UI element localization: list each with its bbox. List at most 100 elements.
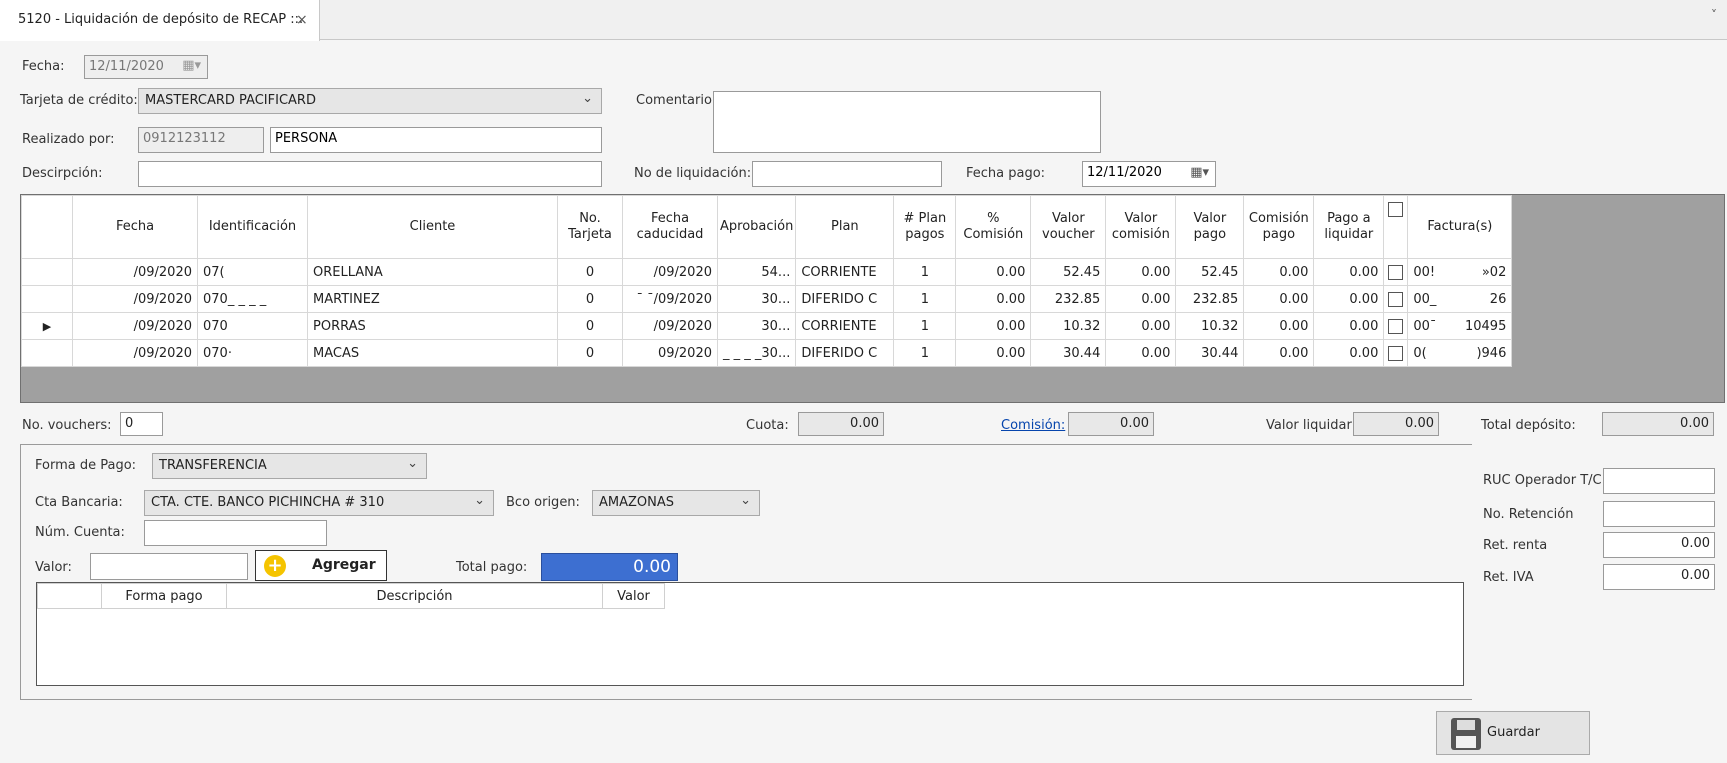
row-selector[interactable] <box>21 285 73 313</box>
cell-plan: DIFERIDO C <box>795 339 895 367</box>
cell-pago-liquidar: 0.00 <box>1313 339 1385 367</box>
table-row[interactable]: ▶/09/2020 070 PORRAS 0/09/2020 30... CORRIENT… <box>21 312 1513 340</box>
table-row[interactable]: /09/2020 07(ORELLANA 0/09/2020 54... CORRIEN… <box>21 258 1513 286</box>
pagos-col-forma[interactable]: Forma pago <box>101 583 227 609</box>
cell-select[interactable] <box>1383 285 1409 313</box>
fecha-value: 12/11/2020 <box>89 59 164 74</box>
cell-fecha-caducidad: 09/2020 <box>622 339 718 367</box>
cell-fecha-caducidad: /09/2020 <box>622 312 718 340</box>
tab-menu-icon[interactable]: ˅ <box>1711 8 1717 22</box>
cuota-value: 0.00 <box>850 416 879 431</box>
cell-valor-voucher: 30.44 <box>1030 339 1107 367</box>
ret-iva-input[interactable]: 0.00 <box>1603 564 1715 590</box>
cell-comision-pago: 0.00 <box>1243 285 1315 313</box>
cell-pago-liquidar: 0.00 <box>1313 258 1385 286</box>
fecha-pago-field[interactable]: 12/11/2020 ▦▾ <box>1082 161 1216 187</box>
valor-liquidar-value: 0.00 <box>1405 416 1434 431</box>
row-checkbox[interactable] <box>1388 291 1404 307</box>
table-row[interactable]: /09/2020 070_ _ _ _ MARTINEZ 0 ¯ ¯/09/2020 30… <box>21 285 1513 313</box>
ret-renta-input[interactable]: 0.00 <box>1603 532 1715 558</box>
col-valor-voucher[interactable]: Valor voucher <box>1030 195 1107 259</box>
col-pct-comision[interactable]: % Comisión <box>955 195 1032 259</box>
ret-renta-label: Ret. renta <box>1483 538 1548 553</box>
chevron-down-icon: ⌄ <box>474 493 485 508</box>
ruc-label: RUC Operador T/C <box>1483 473 1602 488</box>
col-select-all[interactable] <box>1383 195 1409 259</box>
cell-no-tarjeta: 0 <box>557 312 623 340</box>
cell-select[interactable] <box>1383 339 1409 367</box>
cuota-label: Cuota: <box>746 418 789 433</box>
row-checkbox[interactable] <box>1388 318 1404 334</box>
tab-liquidacion[interactable]: 5120 - Liquidación de depósito de RECAP … <box>0 0 320 41</box>
cell-pago-liquidar: 0.00 <box>1313 312 1385 340</box>
cell-valor-pago: 10.32 <box>1175 312 1245 340</box>
cell-identificacion: 070· <box>197 339 308 367</box>
cell-fecha-caducidad: ¯ ¯/09/2020 <box>622 285 718 313</box>
realizado-id-value: 0912123112 <box>143 131 226 146</box>
col-aprobacion[interactable]: Aprobación <box>716 195 797 259</box>
realizado-nombre-field[interactable]: PERSONA <box>270 127 602 153</box>
col-valor-comision[interactable]: Valor comisión <box>1105 195 1177 259</box>
row-checkbox[interactable] <box>1388 264 1404 280</box>
comision-link[interactable]: Comisión: <box>1001 418 1065 433</box>
pagos-table: Forma pago Descripción Valor <box>37 583 665 609</box>
row-checkbox[interactable] <box>1388 345 1404 361</box>
select-all-checkbox[interactable] <box>1388 202 1404 217</box>
cell-pago-liquidar: 0.00 <box>1313 285 1385 313</box>
ruc-input[interactable] <box>1603 468 1715 494</box>
tarjeta-value: MASTERCARD PACIFICARD <box>145 93 316 108</box>
col-fecha[interactable]: Fecha <box>72 195 198 259</box>
cell-identificacion: 070_ _ _ _ <box>197 285 308 313</box>
cell-valor-voucher: 52.45 <box>1030 258 1107 286</box>
pagos-col-valor[interactable]: Valor <box>602 583 665 609</box>
col-pago-liquidar[interactable]: Pago a liquidar <box>1313 195 1385 259</box>
factura-prefix: 00! <box>1413 264 1436 280</box>
bco-origen-select[interactable]: AMAZONAS ⌄ <box>592 490 760 516</box>
comentario-input[interactable] <box>713 91 1101 153</box>
pagos-col-descripcion[interactable]: Descripción <box>226 583 603 609</box>
row-selector[interactable]: ▶ <box>21 312 73 340</box>
col-plan[interactable]: Plan <box>795 195 895 259</box>
cta-bancaria-select[interactable]: CTA. CTE. BANCO PICHINCHA # 310 ⌄ <box>144 490 494 516</box>
cta-bancaria-label: Cta Bancaria: <box>35 495 123 510</box>
vouchers-field: 0 <box>120 412 163 436</box>
cell-identificacion: 070 <box>197 312 308 340</box>
realizado-id-field: 0912123112 <box>138 127 264 153</box>
cell-valor-voucher: 232.85 <box>1030 285 1107 313</box>
no-retencion-input[interactable] <box>1603 501 1715 527</box>
tab-title: 5120 - Liquidación de depósito de RECAP … <box>18 12 304 27</box>
col-cliente[interactable]: Cliente <box>307 195 558 259</box>
col-no-tarjeta[interactable]: No. Tarjeta <box>557 195 623 259</box>
vouchers-grid: Fecha Identificación Cliente No. Tarjeta… <box>20 194 1725 403</box>
cell-valor-comision: 0.00 <box>1105 258 1177 286</box>
col-identificacion[interactable]: Identificación <box>197 195 308 259</box>
bco-origen-value: AMAZONAS <box>599 495 675 510</box>
num-cuenta-input[interactable] <box>144 520 327 546</box>
table-row[interactable]: /09/2020 070· MACAS 0 09/2020 _ _ _ _30... DIF… <box>21 339 1513 367</box>
fecha-field[interactable]: 12/11/2020 ▦▾ <box>84 55 208 79</box>
valor-input[interactable] <box>90 553 248 580</box>
col-valor-pago[interactable]: Valor pago <box>1175 195 1245 259</box>
comision-value: 0.00 <box>1120 416 1149 431</box>
row-selector[interactable] <box>21 258 73 286</box>
cell-facturas: 00¯ 10495 <box>1407 312 1513 340</box>
chevron-down-icon: ⌄ <box>407 456 418 471</box>
forma-pago-select[interactable]: TRANSFERENCIA ⌄ <box>152 453 427 479</box>
cell-select[interactable] <box>1383 258 1409 286</box>
col-facturas[interactable]: Factura(s) <box>1407 195 1513 259</box>
cell-aprobacion: 54... <box>716 258 797 286</box>
tarjeta-select[interactable]: MASTERCARD PACIFICARD ⌄ <box>138 88 602 114</box>
row-selector[interactable] <box>21 339 73 367</box>
cuota-field: 0.00 <box>798 412 884 436</box>
no-liquidacion-input[interactable] <box>752 161 942 187</box>
agregar-button[interactable]: + Agregar <box>255 550 387 581</box>
guardar-button[interactable]: Guardar <box>1436 711 1590 755</box>
cell-select[interactable] <box>1383 312 1409 340</box>
col-fecha-caducidad[interactable]: Fecha caducidad <box>622 195 718 259</box>
col-comision-pago[interactable]: Comisión pago <box>1243 195 1315 259</box>
col-plan-pagos[interactable]: # Plan pagos <box>893 195 957 259</box>
close-icon[interactable]: × <box>296 12 308 28</box>
descripcion-input[interactable] <box>138 161 602 187</box>
calendar-icon[interactable]: ▦▾ <box>1190 165 1209 180</box>
factura-suffix: )946 <box>1476 345 1507 361</box>
